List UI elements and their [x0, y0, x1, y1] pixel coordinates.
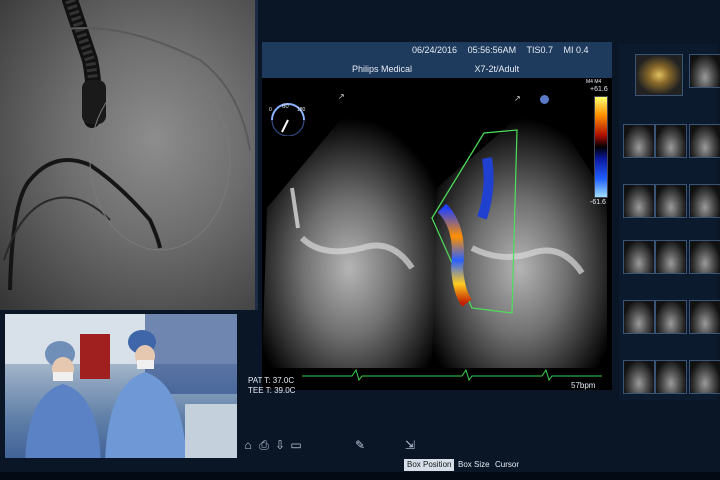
- thermal-index: TIS0.7: [526, 45, 553, 55]
- left-sector-2d: [262, 118, 437, 368]
- fluoroscopy-panel: [0, 0, 258, 310]
- heart-rate: 57bpm: [571, 381, 596, 390]
- ultrasound-header: 06/24/2016 05:56:56AM TIS0.7 MI 0.4 Phil…: [262, 42, 612, 78]
- cursor-button[interactable]: Cursor: [492, 459, 522, 471]
- tee-temp: TEE T: 39.0C: [248, 386, 296, 395]
- patient-temp: PAT T: 37.0C: [248, 376, 295, 385]
- color-scale-unit: M4 M4: [586, 79, 602, 85]
- box-position-button[interactable]: Box Position: [404, 459, 455, 471]
- thumbnail-strip[interactable]: [619, 44, 720, 400]
- box-size-button[interactable]: Box Size: [455, 459, 493, 471]
- orientation-marker-icon: ↗: [514, 94, 521, 103]
- fluoroscopy-image: [3, 0, 251, 291]
- camera-image: [5, 314, 237, 464]
- orientation-marker-icon: ↗: [338, 92, 345, 101]
- thumbnail-clip[interactable]: [623, 124, 655, 158]
- thumbnail-clip[interactable]: [623, 184, 655, 218]
- thumbnail-clip[interactable]: [623, 300, 655, 334]
- annotate-icon[interactable]: ✎: [352, 437, 368, 453]
- angle-value: 60: [282, 104, 289, 110]
- thumbnail-clip[interactable]: [623, 360, 655, 394]
- measure-icon[interactable]: ⇲: [402, 437, 418, 453]
- thumbnail-clip[interactable]: [689, 360, 720, 394]
- exam-time: 05:56:56AM: [467, 45, 517, 55]
- thumbnail-clip[interactable]: [689, 300, 720, 334]
- thumbnail-clip[interactable]: [623, 240, 655, 274]
- thumbnail-clip[interactable]: [635, 54, 683, 96]
- angle-max: 180: [297, 107, 306, 113]
- thumbnail-clip[interactable]: [689, 124, 720, 158]
- thumbnail-clip[interactable]: [689, 54, 720, 88]
- color-scale-bottom: -61.6: [590, 199, 606, 206]
- echo-image: [262, 118, 607, 382]
- angle-min: 0: [269, 107, 272, 113]
- status-bar: [0, 458, 720, 470]
- exam-date: 06/24/2016: [412, 45, 458, 55]
- thumbnail-clip[interactable]: [655, 300, 687, 334]
- ecg-trace: [302, 368, 602, 382]
- color-scale-top: +61.6: [590, 86, 608, 93]
- print-icon[interactable]: ⎙: [256, 437, 272, 453]
- color-mode-icon: [540, 95, 549, 104]
- save-icon[interactable]: ⇩: [272, 437, 288, 453]
- thumbnail-clip[interactable]: [689, 184, 720, 218]
- thumbnail-clip[interactable]: [655, 184, 687, 218]
- thumbnail-clip[interactable]: [655, 124, 687, 158]
- review-icon[interactable]: ▭: [288, 437, 304, 453]
- color-scale-bar: [594, 96, 608, 198]
- bottom-edge: [0, 472, 720, 480]
- probe-preset: X7-2t/Adult: [474, 64, 520, 74]
- thumbnail-clip[interactable]: [655, 240, 687, 274]
- thumbnail-clip[interactable]: [689, 240, 720, 274]
- capture-icon[interactable]: ⌂: [240, 437, 256, 453]
- vendor-label: Philips Medical: [352, 64, 413, 74]
- room-camera-feed: [5, 314, 237, 464]
- mechanical-index: MI 0.4: [563, 45, 589, 55]
- thumbnail-clip[interactable]: [655, 360, 687, 394]
- ultrasound-view[interactable]: [262, 78, 612, 390]
- temperature-readout: PAT T: 37.0C TEE T: 39.0C: [248, 376, 295, 396]
